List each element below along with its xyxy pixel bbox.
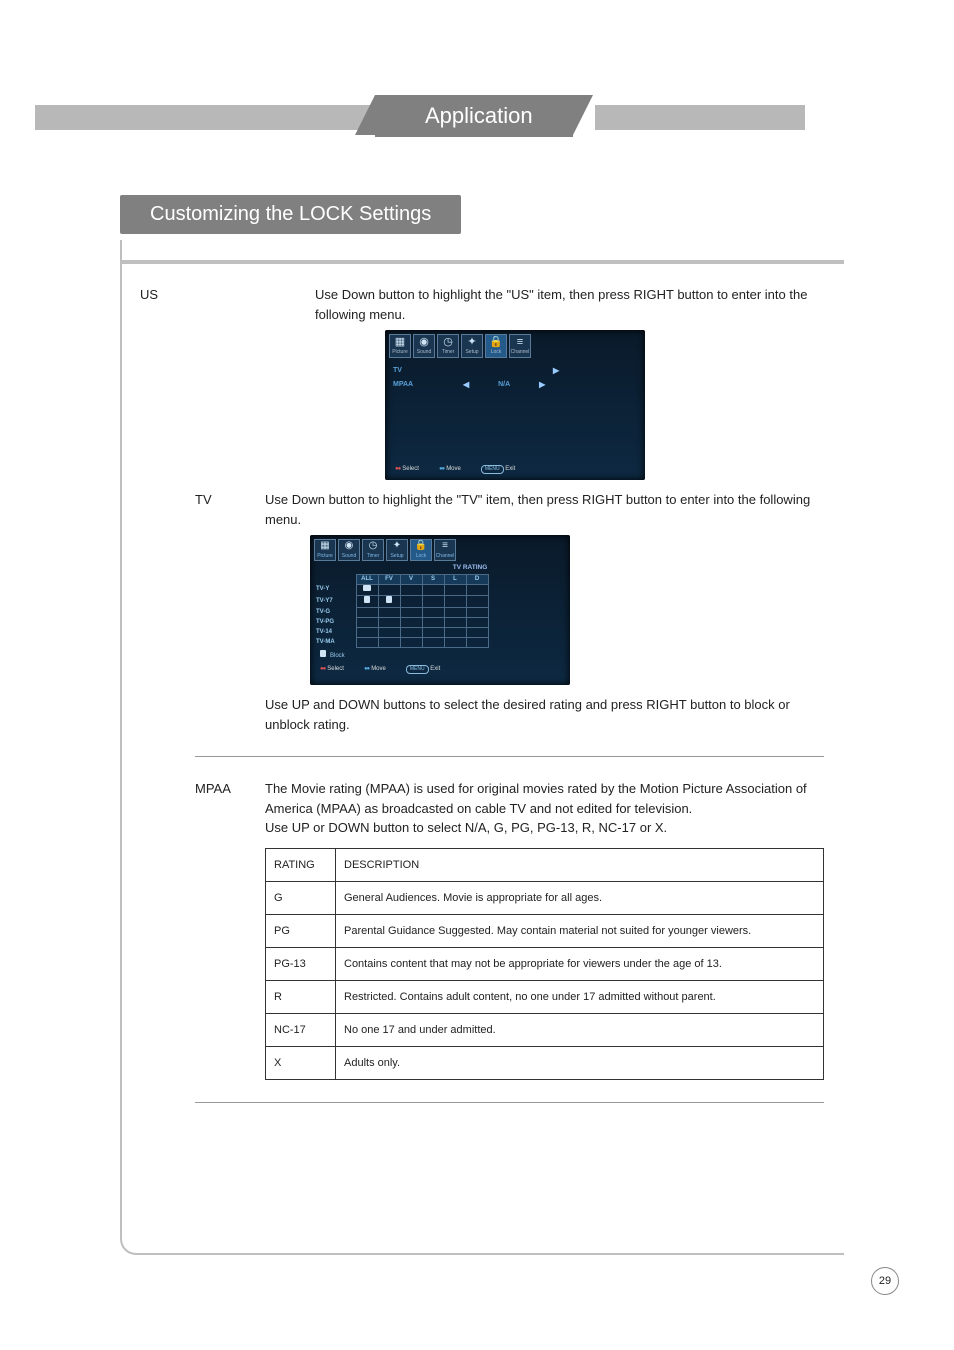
- mpaa-desc: The Movie rating (MPAA) is used for orig…: [265, 779, 824, 818]
- chevron-left-icon: ◀: [463, 379, 469, 391]
- tab-setup-icon: ✦Setup: [461, 334, 483, 358]
- osd-footer-move: Move: [439, 465, 461, 475]
- tv-osd-screenshot: ▦Picture ◉Sound ◷Timer ✦Setup 🔒Lock ≡Cha…: [310, 535, 570, 685]
- tab-channel-icon: ≡Channel: [509, 334, 531, 358]
- ratings-header-description: DESCRIPTION: [336, 848, 824, 881]
- chevron-right-icon: ▶: [539, 379, 545, 391]
- osd-mpaa-value: N/A: [489, 380, 519, 391]
- tv-intro: Use Down button to highlight the "TV" it…: [265, 490, 824, 529]
- content-area: US Use Down button to highlight the "US"…: [140, 285, 824, 1103]
- tab-channel-icon: ≡Channel: [434, 539, 456, 561]
- tv-rating-grid: ALLFVVSLD TV-Y TV-Y7 TV-G TV-PG TV-14 TV…: [316, 574, 489, 648]
- tab-picture-icon: ▦Picture: [389, 334, 411, 358]
- osd-row-tv: TV: [393, 366, 443, 377]
- tab-picture-icon: ▦Picture: [314, 539, 336, 561]
- section-header: Customizing the LOCK Settings: [120, 195, 954, 234]
- osd-row-mpaa: MPAA: [393, 380, 443, 391]
- page-number: 29: [871, 1267, 899, 1295]
- osd-footer-exit: MENU Exit: [481, 465, 515, 475]
- table-row: NC-17No one 17 and under admitted.: [266, 1013, 824, 1046]
- osd-footer-select: Select: [320, 665, 344, 675]
- tab-sound-icon: ◉Sound: [413, 334, 435, 358]
- tab-sound-icon: ◉Sound: [338, 539, 360, 561]
- table-row: PG-13Contains content that may not be ap…: [266, 947, 824, 980]
- osd-block-legend: Block: [330, 653, 345, 659]
- osd-tv-rating-title: TV RATING: [374, 563, 566, 573]
- us-intro: Use Down button to highlight the "US" it…: [315, 285, 824, 324]
- mpaa-label: MPAA: [195, 779, 265, 838]
- tab-lock-icon: 🔒Lock: [485, 334, 507, 358]
- tab-timer-icon: ◷Timer: [437, 334, 459, 358]
- osd-footer-move: Move: [364, 665, 386, 675]
- table-row: GGeneral Audiences. Movie is appropriate…: [266, 881, 824, 914]
- osd-footer-select: Select: [395, 465, 419, 475]
- osd-footer-exit: MENU Exit: [406, 665, 440, 675]
- table-row: XAdults only.: [266, 1046, 824, 1079]
- ratings-header-rating: RATING: [266, 848, 336, 881]
- divider: [195, 756, 824, 757]
- us-label: US: [140, 285, 315, 324]
- tv-label: TV: [195, 490, 265, 529]
- divider: [195, 1102, 824, 1103]
- us-osd-screenshot: ▦Picture ◉Sound ◷Timer ✦Setup 🔒Lock ≡Cha…: [385, 330, 645, 480]
- header-ribbon: Application: [35, 95, 805, 135]
- tab-lock-icon: 🔒Lock: [410, 539, 432, 561]
- table-row: RRestricted. Contains adult content, no …: [266, 980, 824, 1013]
- tab-timer-icon: ◷Timer: [362, 539, 384, 561]
- tab-setup-icon: ✦Setup: [386, 539, 408, 561]
- section-title: Customizing the LOCK Settings: [120, 195, 461, 234]
- app-title: Application: [375, 95, 573, 137]
- mpaa-ratings-table: RATING DESCRIPTION GGeneral Audiences. M…: [265, 848, 824, 1080]
- tv-outro: Use UP and DOWN buttons to select the de…: [265, 695, 824, 734]
- chevron-right-icon: ▶: [553, 365, 559, 377]
- table-row: PGParental Guidance Suggested. May conta…: [266, 914, 824, 947]
- mpaa-desc2: Use UP or DOWN button to select N/A, G, …: [265, 818, 824, 838]
